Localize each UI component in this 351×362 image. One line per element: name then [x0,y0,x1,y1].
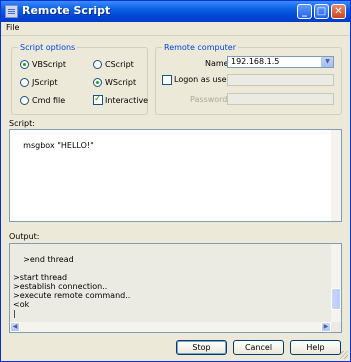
cscript-radio[interactable] [93,60,102,69]
close-button[interactable]: ✕ [331,4,346,19]
script-text: msgbox "HELLO!" [23,141,94,150]
script-options-label: Script options [18,43,78,53]
cmd-file-radio[interactable] [20,96,29,105]
close-icon: ✕ [334,6,343,17]
maximize-icon: □ [316,6,327,17]
title-bar[interactable]: Remote Script _ □ ✕ [1,1,350,22]
name-label: Name [205,59,229,68]
help-button[interactable]: Help [290,340,341,355]
logon-as-user-label[interactable]: Logon as user [174,75,230,85]
cscript-label[interactable]: CScript [105,60,134,70]
logon-as-user-checkbox[interactable] [162,75,172,85]
output-vertical-scrollbar[interactable]: ▲ ▼ [331,244,341,322]
minimize-button[interactable]: _ [297,4,312,19]
password-field[interactable] [227,93,334,105]
cmd-file-label[interactable]: Cmd file [32,96,65,106]
interactive-checkbox[interactable] [93,94,103,105]
output-console[interactable]: >end thread >start thread >establish con… [9,243,342,333]
remote-script-window: Remote Script _ □ ✕ File Script options … [0,0,351,362]
wscript-label[interactable]: WScript [105,78,136,88]
script-vertical-scrollbar[interactable]: ▲ ▼ [331,130,341,221]
resize-grip-icon[interactable] [340,351,348,359]
script-editor[interactable]: msgbox "HELLO!" ▲ ▼ [9,129,342,222]
scroll-right-arrow-icon[interactable]: ▶ [321,322,331,332]
interactive-label[interactable]: Interactive [105,96,148,106]
jscript-label[interactable]: JScript [32,78,58,88]
computer-name-combo[interactable]: 192.168.1.5 ▼ [227,56,334,68]
scroll-thumb[interactable] [331,288,341,310]
remote-computer-label: Remote computer [162,43,238,53]
script-label: Script: [9,119,35,128]
jscript-radio[interactable] [20,78,29,87]
username-field[interactable] [227,74,334,86]
minimize-icon: _ [302,6,307,17]
output-label: Output: [9,232,40,241]
scroll-left-arrow-icon[interactable]: ◀ [10,322,20,332]
menu-bar: File [1,22,350,36]
output-text: >end thread >start thread >establish con… [13,255,131,318]
menu-file[interactable]: File [6,23,19,32]
script-window-icon [5,5,18,18]
vbscript-radio[interactable] [20,60,29,69]
maximize-button[interactable]: □ [314,4,329,19]
stop-button[interactable]: Stop [176,340,227,355]
vbscript-label[interactable]: VBScript [32,60,66,70]
output-horizontal-scrollbar[interactable]: ◀ ▶ [10,322,331,332]
chevron-down-icon[interactable]: ▼ [321,57,333,67]
window-title: Remote Script [22,4,111,17]
wscript-radio[interactable] [93,78,102,87]
computer-name-value: 192.168.1.5 [231,57,280,66]
cancel-button[interactable]: Cancel [233,340,284,355]
password-label: Password [190,95,228,104]
